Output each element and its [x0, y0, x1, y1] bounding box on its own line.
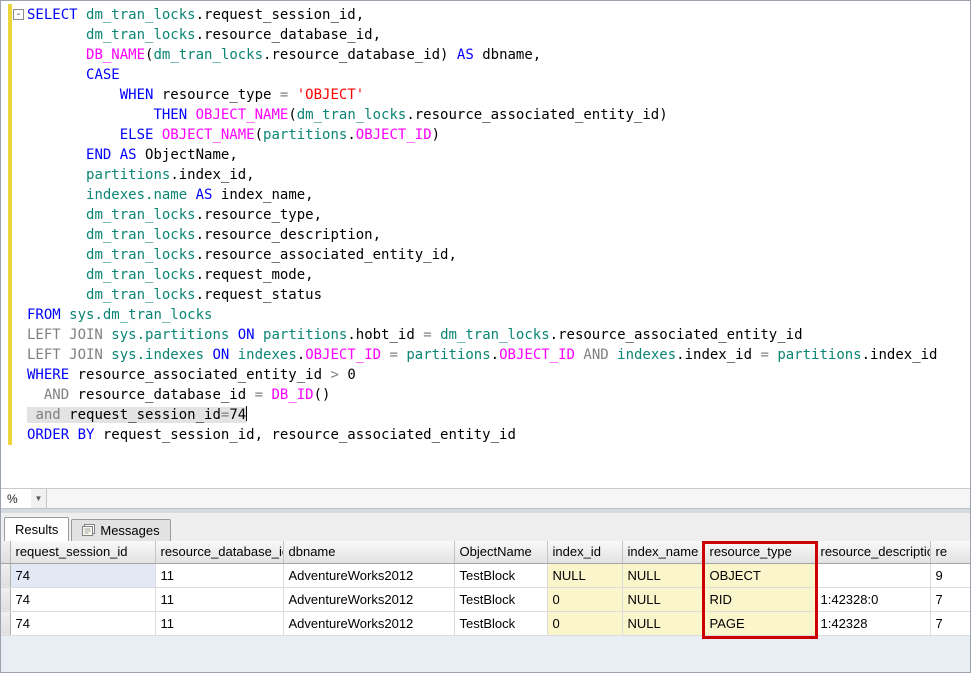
grid-cell[interactable]: 7 [930, 587, 970, 611]
code-line[interactable]: CASE [27, 65, 970, 85]
chevron-down-icon[interactable]: ▼ [31, 489, 46, 509]
messages-icon [82, 524, 95, 537]
column-header-index_name[interactable]: index_name [622, 541, 704, 563]
grid-cell[interactable]: TestBlock [454, 611, 547, 635]
grid-cell[interactable]: 74 [10, 563, 155, 587]
code-line[interactable]: WHEN resource_type = 'OBJECT' [27, 85, 970, 105]
row-selector[interactable] [1, 587, 10, 611]
grid-cell[interactable]: NULL [622, 563, 704, 587]
grid-cell[interactable]: 1:42328 [815, 611, 930, 635]
grid-cell[interactable]: 11 [155, 587, 283, 611]
row-selector[interactable] [1, 611, 10, 635]
column-header-re[interactable]: re [930, 541, 970, 563]
code-line[interactable]: WHERE resource_associated_entity_id > 0 [27, 365, 970, 385]
code-line[interactable]: THEN OBJECT_NAME(dm_tran_locks.resource_… [27, 105, 970, 125]
tab-messages-label: Messages [100, 523, 159, 538]
grid-cell[interactable]: 74 [10, 587, 155, 611]
code-line[interactable]: LEFT JOIN sys.indexes ON indexes.OBJECT_… [27, 345, 970, 365]
change-tracking-bar [8, 4, 12, 445]
editor-bottom-bar: % ▼ [1, 488, 970, 508]
text-cursor [246, 406, 247, 421]
grid-cell[interactable]: AdventureWorks2012 [283, 587, 454, 611]
code-fold-toggle[interactable]: - [13, 9, 24, 20]
column-header-resource_description[interactable]: resource_description [815, 541, 930, 563]
grid-cell[interactable] [815, 563, 930, 587]
grid-cell[interactable]: RID [704, 587, 815, 611]
results-table: request_session_idresource_database_iddb… [1, 541, 970, 636]
grid-cell[interactable]: NULL [622, 587, 704, 611]
code-line[interactable]: dm_tran_locks.resource_description, [27, 225, 970, 245]
tab-results-label: Results [15, 522, 58, 537]
zoom-level-label: % [1, 492, 18, 506]
horizontal-scrollbar[interactable] [47, 489, 970, 508]
grid-cell[interactable]: AdventureWorks2012 [283, 563, 454, 587]
code-line[interactable]: ORDER BY request_session_id, resource_as… [27, 425, 970, 445]
code-line[interactable]: and request_session_id=74 [27, 405, 970, 425]
grid-cell[interactable]: PAGE [704, 611, 815, 635]
code-line[interactable]: dm_tran_locks.request_status [27, 285, 970, 305]
grid-cell[interactable]: 11 [155, 611, 283, 635]
grid-cell[interactable]: 9 [930, 563, 970, 587]
code-line[interactable]: SELECT dm_tran_locks.request_session_id, [27, 5, 970, 25]
ssms-query-window: - SELECT dm_tran_locks.request_session_i… [0, 0, 971, 673]
table-row: 7411AdventureWorks2012TestBlock0NULLRID1… [1, 587, 970, 611]
sql-editor[interactable]: - SELECT dm_tran_locks.request_session_i… [1, 1, 970, 488]
grid-cell[interactable]: TestBlock [454, 587, 547, 611]
grid-cell[interactable]: TestBlock [454, 563, 547, 587]
code-line[interactable]: END AS ObjectName, [27, 145, 970, 165]
code-line[interactable]: partitions.index_id, [27, 165, 970, 185]
row-selector[interactable] [1, 563, 10, 587]
grid-cell[interactable]: OBJECT [704, 563, 815, 587]
tab-messages[interactable]: Messages [71, 519, 170, 541]
grid-cell[interactable]: 74 [10, 611, 155, 635]
code-line[interactable]: dm_tran_locks.resource_type, [27, 205, 970, 225]
grid-cell[interactable]: 0 [547, 611, 622, 635]
code-line[interactable]: dm_tran_locks.resource_database_id, [27, 25, 970, 45]
code-line[interactable]: DB_NAME(dm_tran_locks.resource_database_… [27, 45, 970, 65]
code-line[interactable]: FROM sys.dm_tran_locks [27, 305, 970, 325]
column-header-resource_database_id[interactable]: resource_database_id [155, 541, 283, 563]
table-row: 7411AdventureWorks2012TestBlock0NULLPAGE… [1, 611, 970, 635]
zoom-level-dropdown[interactable]: % ▼ [1, 489, 47, 509]
grid-cell[interactable]: 0 [547, 587, 622, 611]
code-line[interactable]: dm_tran_locks.request_mode, [27, 265, 970, 285]
results-tabstrip: Results Messages [1, 513, 970, 541]
code-area[interactable]: SELECT dm_tran_locks.request_session_id,… [27, 5, 970, 445]
column-header-dbname[interactable]: dbname [283, 541, 454, 563]
column-header-resource_type[interactable]: resource_type [704, 541, 815, 563]
code-line[interactable]: dm_tran_locks.resource_associated_entity… [27, 245, 970, 265]
code-line[interactable]: indexes.name AS index_name, [27, 185, 970, 205]
code-line[interactable]: ELSE OBJECT_NAME(partitions.OBJECT_ID) [27, 125, 970, 145]
grid-cell[interactable]: 11 [155, 563, 283, 587]
column-header-ObjectName[interactable]: ObjectName [454, 541, 547, 563]
results-pane: request_session_idresource_database_iddb… [1, 541, 970, 672]
code-line[interactable]: LEFT JOIN sys.partitions ON partitions.h… [27, 325, 970, 345]
select-all-corner[interactable] [1, 541, 10, 563]
grid-cell[interactable]: NULL [622, 611, 704, 635]
grid-cell[interactable]: AdventureWorks2012 [283, 611, 454, 635]
table-row: 7411AdventureWorks2012TestBlockNULLNULLO… [1, 563, 970, 587]
code-line[interactable]: AND resource_database_id = DB_ID() [27, 385, 970, 405]
grid-cell[interactable]: 1:42328:0 [815, 587, 930, 611]
grid-cell[interactable]: 7 [930, 611, 970, 635]
grid-cell[interactable]: NULL [547, 563, 622, 587]
column-header-request_session_id[interactable]: request_session_id [10, 541, 155, 563]
tab-results[interactable]: Results [4, 517, 69, 541]
column-header-index_id[interactable]: index_id [547, 541, 622, 563]
